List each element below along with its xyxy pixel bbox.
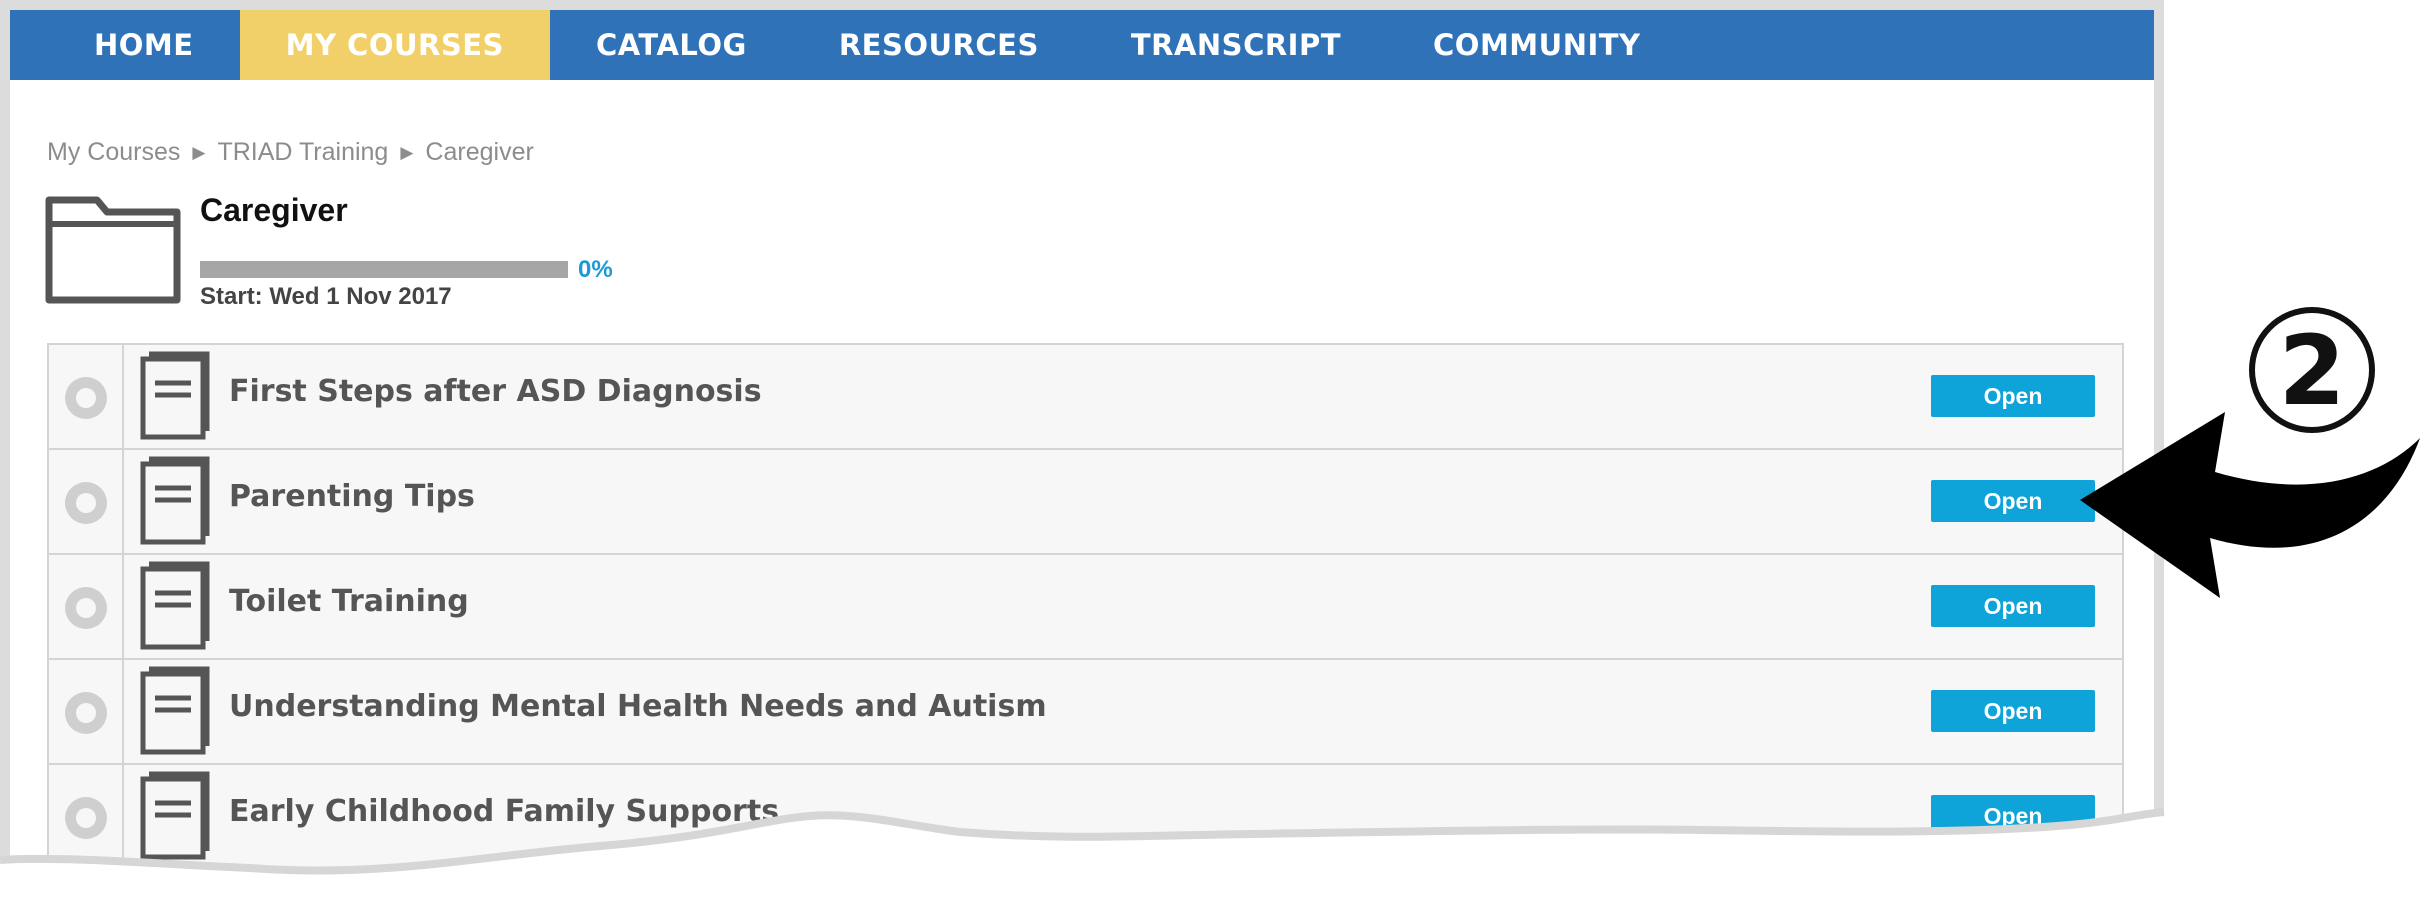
module-row: Parenting Tips Open [47,450,2124,555]
module-status-radio[interactable] [65,587,107,629]
nav-item-transcript[interactable]: TRANSCRIPT [1085,10,1387,80]
course-progress-bar [200,261,568,278]
module-title: Parenting Tips [229,479,475,514]
module-row: Understanding Mental Health Needs and Au… [47,660,2124,765]
course-title: Caregiver [200,192,348,228]
breadcrumb-separator-icon: ▶ [192,142,206,162]
module-title: Toilet Training [229,584,469,619]
breadcrumb-separator-icon: ▶ [400,142,414,162]
document-icon [137,561,213,658]
module-row: First Steps after ASD Diagnosis Open [47,345,2124,450]
breadcrumb-caregiver: Caregiver [425,138,534,166]
nav-item-community[interactable]: COMMUNITY [1387,10,1687,80]
pointer-arrow-icon [2080,412,2420,598]
torn-paper-edge [0,808,2430,917]
document-icon [137,666,213,763]
module-title: First Steps after ASD Diagnosis [229,374,762,409]
breadcrumb: My Courses ▶ TRIAD Training ▶ Caregiver [47,138,534,167]
document-icon [137,351,213,448]
nav-item-catalog[interactable]: CATALOG [550,10,793,80]
module-status-radio[interactable] [65,377,107,419]
module-status-radio[interactable] [65,692,107,734]
module-row: Toilet Training Open [47,555,2124,660]
breadcrumb-triad-training[interactable]: TRIAD Training [217,138,388,167]
row-divider [122,555,124,658]
breadcrumb-my-courses[interactable]: My Courses [47,138,180,167]
open-module-button[interactable]: Open [1931,690,2095,732]
nav-item-my-courses[interactable]: MY COURSES [239,10,550,80]
folder-icon [45,194,181,309]
nav-item-resources[interactable]: RESOURCES [793,10,1085,80]
row-divider [122,345,124,448]
nav-item-home[interactable]: HOME [10,10,240,80]
document-icon [137,456,213,553]
module-status-radio[interactable] [65,482,107,524]
module-title: Understanding Mental Health Needs and Au… [229,689,1047,724]
row-divider [122,660,124,763]
course-progress-label: 0% [578,256,613,283]
top-navigation: HOME MY COURSES CATALOG RESOURCES TRANSC… [10,10,2154,80]
row-divider [122,450,124,553]
course-start-date: Start: Wed 1 Nov 2017 [200,283,452,310]
